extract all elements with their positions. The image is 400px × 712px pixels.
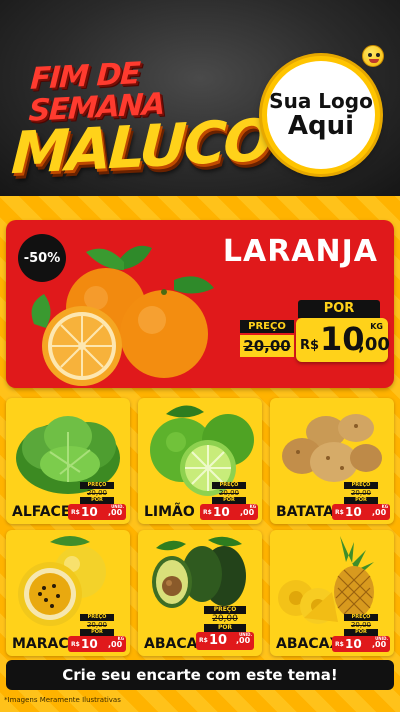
product-card-maracuja[interactable]: MARACUJÁ PREÇO 20,00 POR R$ 10 ,00 KG <box>6 530 130 656</box>
old-price: 20,00 <box>240 335 294 357</box>
price-integer: 10 <box>345 505 362 519</box>
price-unit: UNID. <box>375 636 388 641</box>
price-unit: KG <box>370 322 383 331</box>
preco-label: PREÇO <box>240 320 294 333</box>
promo-title-line2: MALUCO <box>9 105 272 188</box>
por-label: POR <box>204 624 246 632</box>
price-tag: PREÇO 20,00 POR R$ 10 ,00 UNID. <box>332 614 390 652</box>
por-label: POR <box>298 300 380 318</box>
featured-price-tag: POR PREÇO 20,00 R$ 10 ,00 KG <box>236 300 394 370</box>
logo-text-line2: Aqui <box>287 110 355 141</box>
product-name: ALFACE <box>12 504 71 520</box>
product-card-alface[interactable]: ALFACE PREÇO 20,00 POR R$ 10 ,00 UNID. <box>6 398 130 524</box>
price-unit: UNID. <box>239 632 252 637</box>
price-decimal: ,00 <box>108 508 123 517</box>
old-price-box: PREÇO 20,00 <box>240 320 294 360</box>
logo-text-line1: Sua Logo <box>269 88 373 113</box>
price-decimal: ,00 <box>372 508 387 517</box>
emoji-icon <box>362 45 384 67</box>
current-price-box: R$ 10 ,00 KG <box>200 504 258 520</box>
price-integer: 10 <box>213 505 230 519</box>
price-decimal: ,00 <box>240 508 255 517</box>
featured-product-card[interactable]: -50% LARANJA POR PREÇO 20,00 R$ 10 ,00 K… <box>6 220 394 388</box>
price-decimal: ,00 <box>358 334 390 355</box>
preco-label: PREÇO <box>344 482 378 489</box>
old-price: 20,00 <box>212 614 238 624</box>
por-label: POR <box>80 629 114 636</box>
old-price: 20,00 <box>86 489 108 497</box>
currency: R$ <box>71 509 80 516</box>
currency: R$ <box>199 637 208 644</box>
price-decimal: ,00 <box>372 640 387 649</box>
por-label: POR <box>344 629 378 636</box>
old-price: 20,00 <box>218 489 240 497</box>
old-price: 20,00 <box>86 621 108 629</box>
avocado-icon <box>152 536 246 608</box>
price-decimal: ,00 <box>236 636 251 645</box>
currency: R$ <box>203 509 212 516</box>
preco-label: PREÇO <box>212 482 246 489</box>
price-integer: 10 <box>345 637 362 651</box>
offers-area: -50% LARANJA POR PREÇO 20,00 R$ 10 ,00 K… <box>0 196 400 712</box>
discount-badge: -50% <box>18 234 66 282</box>
current-price-box: R$ 10 ,00 KG <box>332 504 390 520</box>
current-price-box: R$ 10 ,00 UNID. <box>332 636 390 652</box>
por-label: POR <box>80 497 114 504</box>
current-price-box: R$ 10 ,00 UNID. <box>196 632 254 650</box>
currency: R$ <box>71 641 80 648</box>
old-price: 20,00 <box>350 621 372 629</box>
price-tag: PREÇO 20,00 POR R$ 10 ,00 KG <box>332 482 390 520</box>
product-name: LIMÃO <box>144 504 195 520</box>
create-flyer-button[interactable]: Crie seu encarte com este tema! <box>6 660 394 690</box>
por-label: POR <box>344 497 378 504</box>
product-name: BATATA <box>276 504 334 520</box>
featured-product-name: LARANJA <box>222 234 378 269</box>
price-unit: KG <box>249 504 256 509</box>
preco-label: PREÇO <box>204 606 246 614</box>
disclaimer: *Imagens Meramente Ilustrativas <box>4 696 121 704</box>
current-price-box: R$ 10 ,00 KG <box>296 318 390 362</box>
price-tag: PREÇO 20,00 POR R$ 10 ,00 UNID. <box>196 606 254 650</box>
logo-placeholder[interactable]: Sua Logo Aqui <box>262 56 380 174</box>
currency: R$ <box>335 641 344 648</box>
por-label: POR <box>212 497 246 504</box>
price-unit: KG <box>381 504 388 509</box>
preco-label: PREÇO <box>80 482 114 489</box>
price-integer: 10 <box>209 633 228 648</box>
old-price: 20,00 <box>350 489 372 497</box>
preco-label: PREÇO <box>80 614 114 621</box>
product-card-abacate[interactable]: ABACATE PREÇO 20,00 POR R$ 10 ,00 UNID. <box>138 530 262 656</box>
header: FIM DE SEMANA MALUCO Sua Logo Aqui <box>0 0 400 196</box>
price-tag: PREÇO 20,00 POR R$ 10 ,00 KG <box>68 614 126 652</box>
preco-label: PREÇO <box>344 614 378 621</box>
price-unit: UNID. <box>111 504 124 509</box>
price-decimal: ,00 <box>108 640 123 649</box>
price-integer: 10 <box>81 505 98 519</box>
promo-title: FIM DE SEMANA MALUCO <box>10 56 272 187</box>
product-card-batata[interactable]: BATATA PREÇO 20,00 POR R$ 10 ,00 KG <box>270 398 394 524</box>
price-unit: KG <box>117 636 124 641</box>
currency: R$ <box>300 338 320 353</box>
price-integer: 10 <box>81 637 98 651</box>
current-price-box: R$ 10 ,00 UNID. <box>68 504 126 520</box>
price-tag: PREÇO 20,00 POR R$ 10 ,00 KG <box>200 482 258 520</box>
product-card-abacaxi[interactable]: ABACAXI PREÇO 20,00 POR R$ 10 ,00 UNID. <box>270 530 394 656</box>
product-card-limao[interactable]: LIMÃO PREÇO 20,00 POR R$ 10 ,00 KG <box>138 398 262 524</box>
current-price-box: R$ 10 ,00 KG <box>68 636 126 652</box>
currency: R$ <box>335 509 344 516</box>
price-tag: PREÇO 20,00 POR R$ 10 ,00 UNID. <box>68 482 126 520</box>
